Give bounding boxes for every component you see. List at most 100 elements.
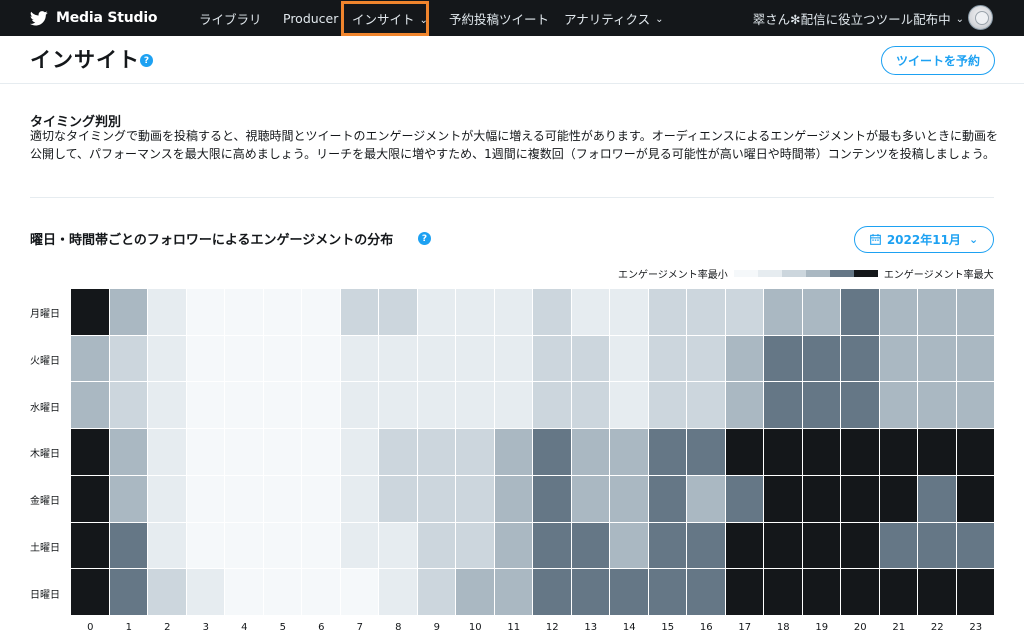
- help-icon[interactable]: ?: [140, 54, 153, 67]
- column-label: 22: [930, 622, 944, 633]
- heatmap-cell: [109, 569, 148, 616]
- chevron-down-icon: ⌄: [955, 14, 964, 25]
- heatmap-cell: [379, 522, 418, 570]
- heatmap-cell: [764, 335, 803, 383]
- column-label: 17: [738, 622, 752, 633]
- heatmap-cell: [571, 335, 610, 383]
- avatar[interactable]: [968, 5, 993, 30]
- heatmap-cell: [494, 522, 533, 570]
- heatmap-cell: [648, 569, 687, 616]
- heatmap-cell: [533, 475, 572, 523]
- heatmap-cell: [648, 335, 687, 383]
- heatmap-cell: [225, 335, 264, 383]
- legend-swatch: [781, 270, 806, 277]
- heatmap-cell: [71, 522, 110, 570]
- heatmap-cell: [109, 475, 148, 523]
- heatmap-cell: [802, 335, 841, 383]
- heatmap-cell: [956, 382, 995, 430]
- heatmap-cell: [417, 335, 456, 383]
- heatmap-cell: [879, 569, 918, 616]
- heatmap-cell: [225, 289, 264, 336]
- schedule-tweet-button[interactable]: ツイートを予約: [881, 46, 995, 75]
- heatmap-cell: [687, 522, 726, 570]
- brand[interactable]: Media Studio: [30, 10, 195, 26]
- month-label: 2022年11月: [886, 233, 961, 247]
- nav-item-insights[interactable]: インサイト ⌄: [341, 1, 429, 36]
- heatmap-cell: [687, 382, 726, 430]
- heatmap-cell: [417, 429, 456, 476]
- heatmap-cell: [918, 429, 957, 476]
- heatmap-cell: [571, 289, 610, 336]
- row-label: 金曜日: [30, 496, 60, 508]
- heatmap-cell: [533, 382, 572, 430]
- column-label: 12: [545, 622, 559, 633]
- heatmap-cell: [648, 475, 687, 523]
- month-selector-button[interactable]: 2022年11月 ⌄: [854, 226, 994, 253]
- heatmap-cell: [918, 522, 957, 570]
- nav-item-analytics[interactable]: アナリティクス ⌄: [564, 0, 664, 36]
- heatmap-cell: [571, 382, 610, 430]
- heatmap-cell: [263, 289, 302, 336]
- heatmap-cell: [340, 429, 379, 476]
- heatmap-cell: [571, 475, 610, 523]
- heatmap-cell: [148, 382, 187, 430]
- engagement-heatmap: [71, 289, 995, 616]
- heatmap-cell: [109, 335, 148, 383]
- heatmap-cell: [725, 522, 764, 570]
- timing-description: 適切なタイミングで動画を投稿すると、視聴時間とツイートのエンゲージメントが大幅に…: [30, 129, 999, 161]
- column-label: 3: [202, 622, 209, 633]
- heatmap-cell: [879, 289, 918, 336]
- row-label: 火曜日: [30, 356, 60, 368]
- legend-swatch: [853, 270, 878, 277]
- heatmap-cell: [494, 335, 533, 383]
- column-label: 0: [87, 622, 94, 633]
- heatmap-cell: [841, 289, 880, 336]
- heatmap-cell: [764, 382, 803, 430]
- heatmap-cell: [802, 429, 841, 476]
- heatmap-cell: [841, 335, 880, 383]
- heatmap-cell: [764, 289, 803, 336]
- heatmap-cell: [379, 429, 418, 476]
- nav-item-scheduled-tweets[interactable]: 予約投稿ツイート: [449, 0, 549, 36]
- column-label: 11: [507, 622, 521, 633]
- heatmap-cell: [841, 429, 880, 476]
- legend-swatch: [757, 270, 782, 277]
- heatmap-cell: [571, 429, 610, 476]
- nav-item-label: Producer: [283, 10, 339, 26]
- heatmap-cell: [956, 522, 995, 570]
- heatmap-cell: [610, 382, 649, 430]
- help-icon[interactable]: ?: [418, 232, 431, 245]
- heatmap-cell: [379, 475, 418, 523]
- heatmap-cell: [263, 382, 302, 430]
- heatmap-cell: [148, 335, 187, 383]
- heatmap-cell: [456, 429, 495, 476]
- account-menu[interactable]: 翠さん✻配信に役立つツール配布中 ⌄: [753, 0, 964, 36]
- heatmap-cell: [533, 522, 572, 570]
- nav-item-producer[interactable]: Producer: [283, 0, 338, 36]
- heatmap-cell: [225, 569, 264, 616]
- heatmap-cell: [263, 522, 302, 570]
- twitter-bird-icon: [30, 10, 48, 25]
- heatmap-cell: [494, 569, 533, 616]
- heatmap-cell: [302, 569, 341, 616]
- column-label: 10: [468, 622, 482, 633]
- heatmap-cell: [456, 289, 495, 336]
- chart-title: 曜日・時間帯ごとのフォロワーによるエンゲージメントの分布: [30, 233, 394, 248]
- heatmap-cell: [802, 569, 841, 616]
- nav-item-label: インサイト: [352, 12, 415, 27]
- heatmap-cell: [379, 382, 418, 430]
- heatmap-cell: [340, 475, 379, 523]
- heatmap-cell: [879, 429, 918, 476]
- column-label: 23: [969, 622, 983, 633]
- column-label: 18: [776, 622, 790, 633]
- heatmap-cell: [918, 475, 957, 523]
- heatmap-cell: [379, 569, 418, 616]
- heatmap-cell: [494, 429, 533, 476]
- heatmap-cell: [109, 289, 148, 336]
- heatmap-cell: [802, 475, 841, 523]
- heatmap-cell: [918, 289, 957, 336]
- brand-name: Media Studio: [56, 10, 158, 26]
- heatmap-cell: [417, 382, 456, 430]
- nav-item-library[interactable]: ライブラリ: [199, 0, 262, 36]
- column-label: 14: [622, 622, 636, 633]
